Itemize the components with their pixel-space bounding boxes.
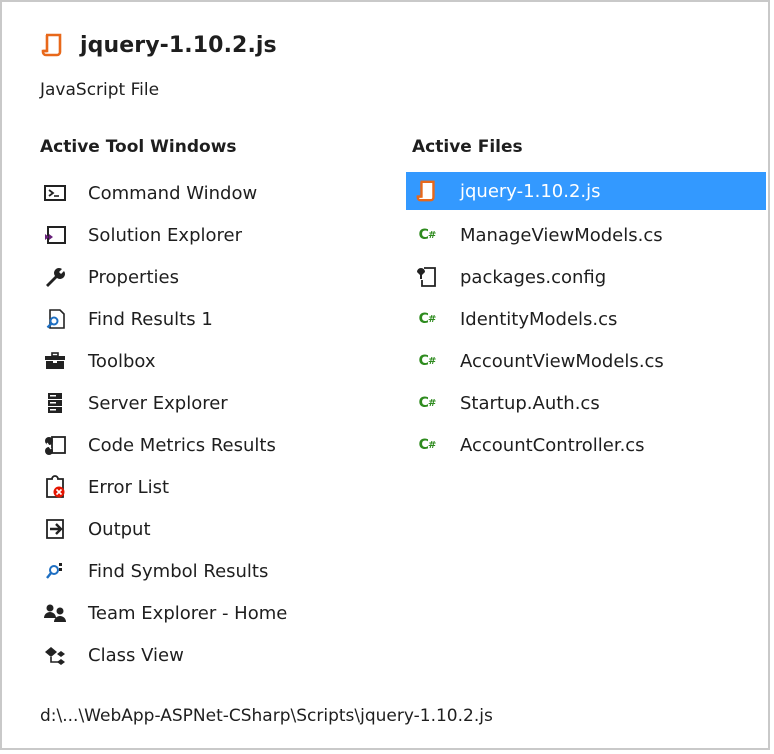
tool-window-command-window[interactable]: Command Window [40,172,370,214]
tool-window-label: Toolbox [88,350,156,372]
tool-window-label: Error List [88,476,170,498]
tool-window-find-symbol-results[interactable]: Find Symbol Results [40,550,370,592]
toolbox-icon [42,348,68,374]
class-view-icon [42,642,68,668]
active-file-manageviewmodels[interactable]: C # ManageViewModels.cs [406,214,766,256]
command-window-icon [42,180,68,206]
active-file-label: AccountViewModels.cs [460,350,664,372]
tool-window-code-metrics[interactable]: Code Metrics Results [40,424,370,466]
active-file-startup-auth[interactable]: C # Startup.Auth.cs [406,382,766,424]
find-symbol-icon [42,558,68,584]
active-files-heading: Active Files [412,137,523,157]
active-file-accountcontroller[interactable]: C # AccountController.cs [406,424,766,466]
tool-window-label: Server Explorer [88,392,228,414]
tool-window-label: Properties [88,266,179,288]
javascript-file-icon [414,178,440,204]
csharp-file-icon: C # [418,395,437,411]
header-title: jquery-1.10.2.js [80,32,277,58]
tool-window-solution-explorer[interactable]: Solution Explorer [40,214,370,256]
csharp-file-icon: C # [418,311,437,327]
active-file-label: jquery-1.10.2.js [460,180,601,202]
tool-window-server-explorer[interactable]: Server Explorer [40,382,370,424]
find-results-icon [42,306,68,332]
tool-window-output[interactable]: Output [40,508,370,550]
header: jquery-1.10.2.js [40,32,277,58]
tool-window-properties[interactable]: Properties [40,256,370,298]
tool-window-label: Team Explorer - Home [88,602,288,624]
csharp-file-icon: C # [418,353,437,369]
ide-navigator-window: jquery-1.10.2.js JavaScript File Active … [0,0,770,750]
tool-window-label: Code Metrics Results [88,434,276,456]
tool-window-label: Find Symbol Results [88,560,269,582]
active-file-label: IdentityModels.cs [460,308,618,330]
csharp-file-icon: C # [418,437,437,453]
tool-window-error-list[interactable]: Error List [40,466,370,508]
file-path: d:\...\WebApp-ASPNet-CSharp\Scripts\jque… [40,706,493,726]
server-icon [42,390,68,416]
tool-window-label: Find Results 1 [88,308,213,330]
active-file-packages-config[interactable]: packages.config [406,256,766,298]
team-explorer-icon [42,600,68,626]
tool-window-label: Solution Explorer [88,224,242,246]
tool-window-class-view[interactable]: Class View [40,634,370,676]
wrench-icon [42,264,68,290]
tool-window-label: Class View [88,644,184,666]
tool-windows-heading: Active Tool Windows [40,137,237,157]
header-subtitle: JavaScript File [40,80,160,100]
tool-window-team-explorer[interactable]: Team Explorer - Home [40,592,370,634]
active-file-jquery[interactable]: jquery-1.10.2.js [406,172,766,210]
tool-window-toolbox[interactable]: Toolbox [40,340,370,382]
active-file-label: packages.config [460,266,607,288]
tool-window-find-results[interactable]: Find Results 1 [40,298,370,340]
active-files-list: jquery-1.10.2.js C # ManageViewModels.cs … [406,172,766,466]
active-file-label: ManageViewModels.cs [460,224,663,246]
csharp-file-icon: C # [418,227,437,243]
active-file-accountviewmodels[interactable]: C # AccountViewModels.cs [406,340,766,382]
active-file-label: Startup.Auth.cs [460,392,600,414]
tool-window-label: Output [88,518,151,540]
tool-windows-list: Command Window Solution Explorer Propert… [40,172,370,676]
active-file-identitymodels[interactable]: C # IdentityModels.cs [406,298,766,340]
javascript-file-icon [40,32,66,58]
output-icon [42,516,68,542]
config-file-icon [414,264,440,290]
tool-window-label: Command Window [88,182,258,204]
solution-explorer-icon [42,222,68,248]
code-metrics-icon [42,432,68,458]
active-file-label: AccountController.cs [460,434,645,456]
error-list-icon [42,474,68,500]
